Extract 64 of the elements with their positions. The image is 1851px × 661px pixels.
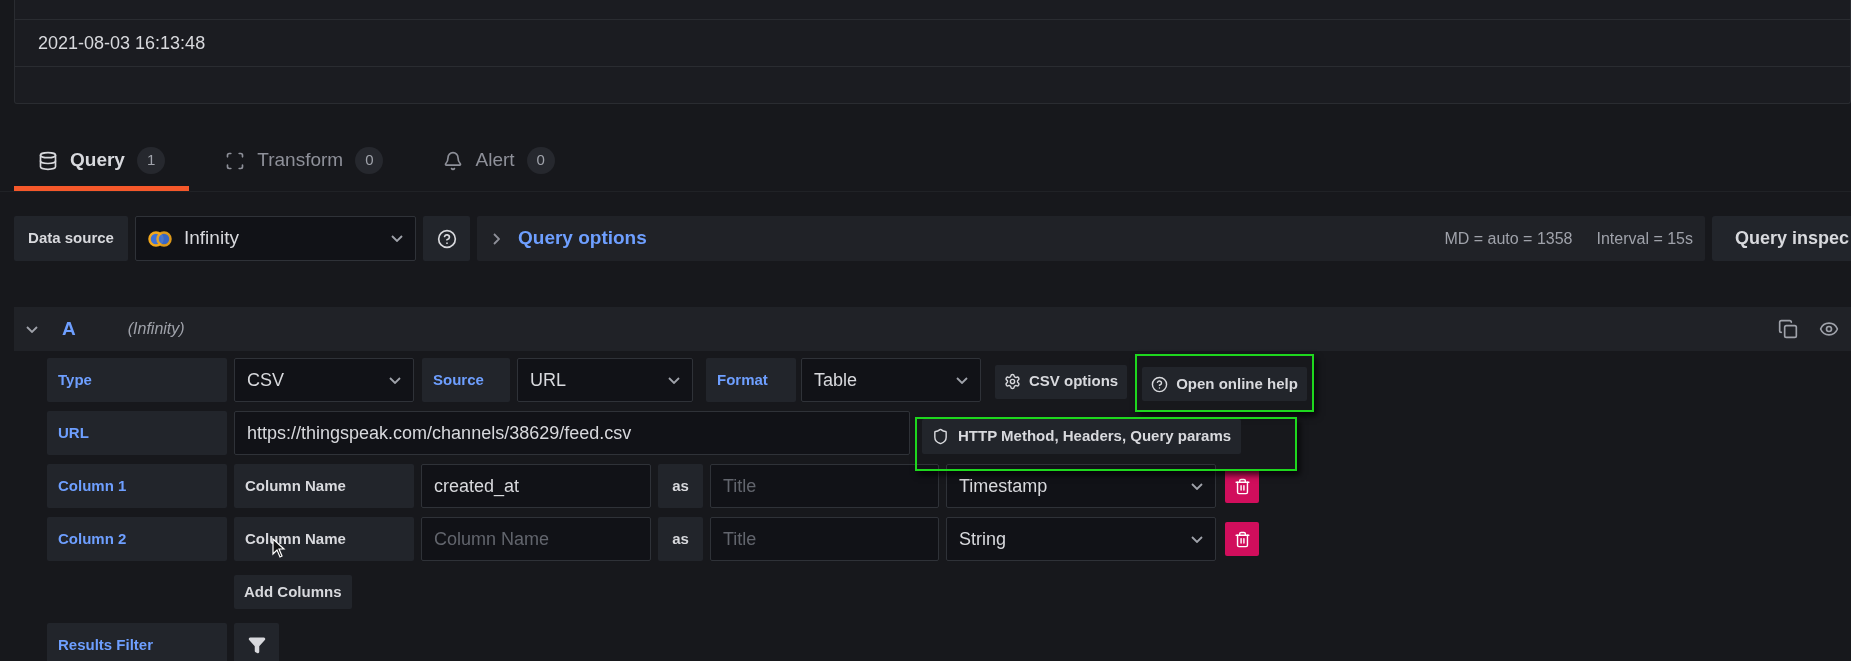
count-badge: 1 <box>136 147 166 174</box>
http-settings-button[interactable]: HTTP Method, Headers, Query params <box>922 419 1242 454</box>
trash-icon <box>1233 530 1251 548</box>
shield-icon <box>932 428 949 445</box>
max-data-points-text: MD = auto = 1358 <box>1444 228 1573 249</box>
field-label: Column 1 <box>47 464 227 508</box>
field-label: Results Filter <box>47 623 227 661</box>
add-columns-button[interactable]: Add Columns <box>234 575 352 609</box>
as-label: as <box>658 517 703 561</box>
query-options-bar[interactable]: Query options MD = auto = 1358 Interval = 15s <box>477 216 1705 261</box>
query-ref: A <box>62 316 76 341</box>
field-label: Column 2 <box>47 517 227 561</box>
column-name-field[interactable]: created_at <box>421 464 651 508</box>
settings-icon <box>1004 373 1021 390</box>
field-label: Format <box>706 358 796 402</box>
title-field[interactable]: Title <box>710 464 939 508</box>
infinity-logo-icon <box>148 230 172 247</box>
url-field[interactable]: https://thingspeak.com/channels/38629/feed.csv <box>234 411 910 455</box>
query-options-link[interactable]: Query options <box>518 224 1427 253</box>
filter-button[interactable] <box>234 623 279 661</box>
count-badge: 0 <box>355 147 384 174</box>
query-inspector-button[interactable]: Query inspec <box>1712 216 1851 261</box>
filter-icon <box>247 636 266 654</box>
select-dropdown[interactable]: String <box>946 517 1216 561</box>
select-dropdown[interactable]: Timestamp <box>946 464 1216 508</box>
bell-icon <box>443 150 464 171</box>
query-datasource: (Infinity) <box>127 319 186 339</box>
help-button[interactable] <box>423 216 470 261</box>
chevron-down-icon <box>668 376 680 384</box>
online-help-button[interactable]: Open online help <box>1142 367 1307 401</box>
as-label: as <box>658 464 703 508</box>
chevron-down-icon <box>956 376 968 384</box>
column-name-label: Column Name <box>234 464 414 508</box>
duplicate-icon[interactable] <box>1778 319 1798 339</box>
field-label: URL <box>47 411 227 455</box>
field-label: Type <box>47 358 227 402</box>
count-badge: 0 <box>526 147 555 174</box>
chevron-down-icon <box>1191 482 1203 490</box>
delete-button[interactable] <box>1225 469 1259 503</box>
chevron-down-icon <box>1191 535 1203 543</box>
trash-icon <box>1233 477 1251 495</box>
column-name-label: Column Name <box>234 517 414 561</box>
data-source-label: Data source <box>14 216 128 261</box>
corners-icon <box>225 150 246 171</box>
interval-text: Interval = 15s <box>1596 228 1693 249</box>
collapse-icon[interactable] <box>26 325 38 333</box>
help-icon <box>436 228 457 249</box>
select-dropdown[interactable]: CSV <box>234 358 414 402</box>
select-dropdown[interactable]: Table <box>801 358 981 402</box>
csv-options-button[interactable]: CSV options <box>995 364 1128 399</box>
chevron-down-icon <box>389 376 401 384</box>
tab[interactable]: Alert 0 <box>419 135 579 191</box>
table-cell-text: 2021-08-03 16:13:48 <box>38 31 206 55</box>
select-dropdown[interactable]: URL <box>517 358 693 402</box>
chevron-down-icon <box>391 235 403 242</box>
tab[interactable]: Query 1 <box>14 135 190 191</box>
database-icon <box>38 150 58 171</box>
field-label: Source <box>422 358 510 402</box>
title-field[interactable]: Title <box>710 517 939 561</box>
tab[interactable]: Transform 0 <box>201 135 408 191</box>
eye-icon[interactable] <box>1819 319 1839 339</box>
column-name-field[interactable]: Column Name <box>421 517 651 561</box>
help-icon <box>1151 375 1169 393</box>
data-source-select[interactable]: Infinity <box>135 216 416 261</box>
